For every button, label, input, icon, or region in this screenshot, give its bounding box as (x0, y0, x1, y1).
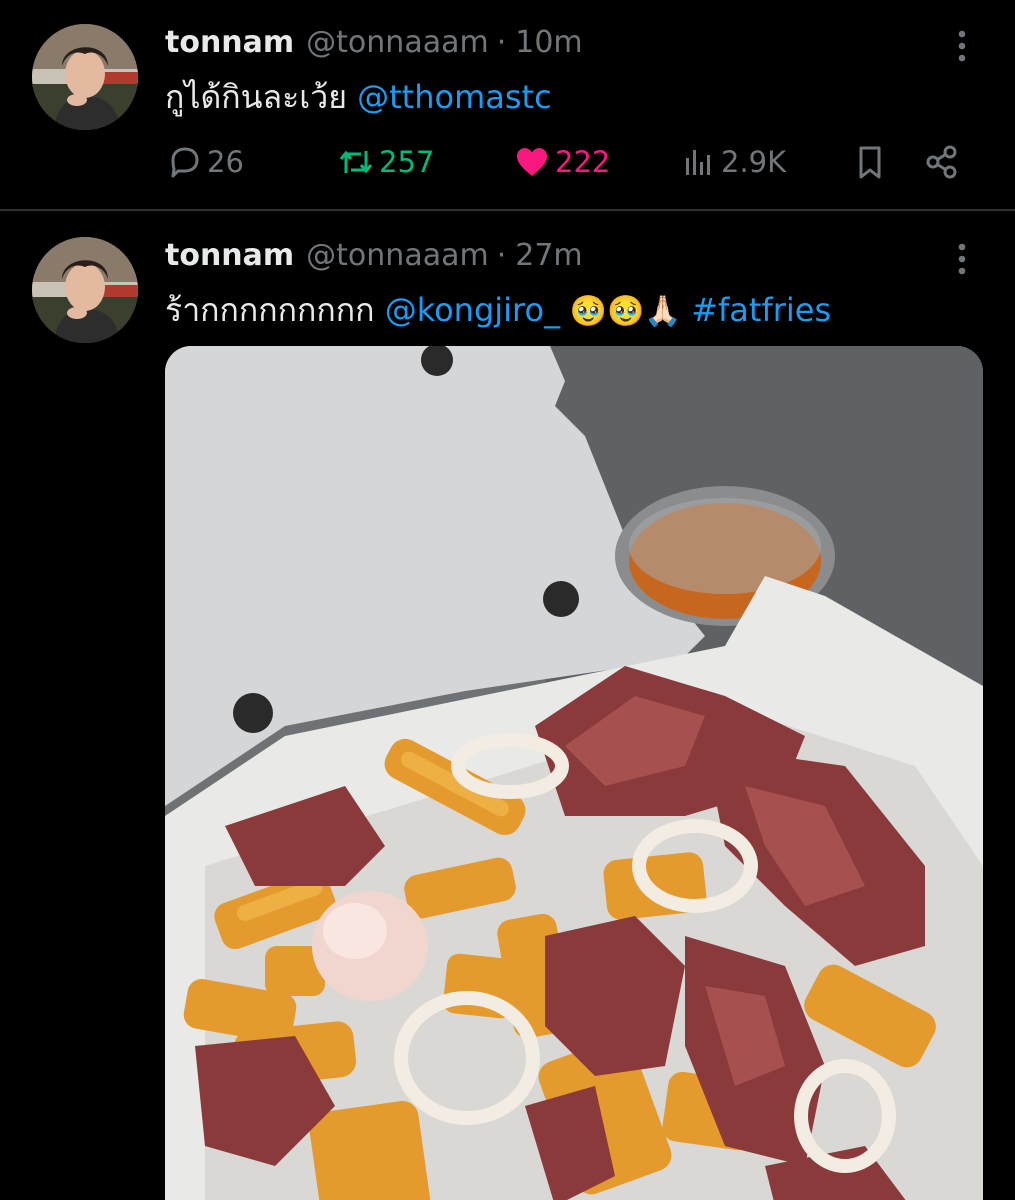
tweet-photo[interactable] (165, 346, 983, 1200)
reply-button[interactable]: 26 (165, 140, 244, 184)
user-handle[interactable]: @tonnaaam (306, 25, 489, 60)
mention-link[interactable]: @kongjiro_ (385, 291, 560, 329)
vertical-ellipsis-icon (958, 243, 966, 275)
retweet-arrows-icon (339, 150, 373, 174)
separator-dot: · (496, 24, 507, 60)
view-count: 2.9K (721, 145, 787, 179)
tweet-header: tonnam @tonnaaam · 27m (165, 233, 583, 277)
emoji-text: 🥹🥹🙏🏻 (560, 294, 692, 329)
timeline-feed: tonnam @tonnaaam · 10m กูได้กินละเว้ย @t… (0, 0, 1015, 1200)
reply-count: 26 (207, 145, 244, 179)
tweet[interactable]: tonnam @tonnaaam · 10m กูได้กินละเว้ย @t… (0, 0, 1015, 210)
tweet-text-body: ร้ากกกกกกกกก (165, 291, 385, 329)
avatar[interactable] (32, 237, 138, 343)
vertical-ellipsis-icon (958, 30, 966, 62)
views-button[interactable]: 2.9K (679, 140, 786, 184)
tweet-text: กูได้กินละเว้ย @tthomastc (165, 72, 552, 118)
timestamp[interactable]: 10m (515, 25, 582, 60)
tweet-header: tonnam @tonnaaam · 10m (165, 20, 583, 64)
hashtag-link[interactable]: #fatfries (691, 291, 831, 329)
bookmark-icon (859, 146, 881, 179)
share-nodes-icon (926, 145, 957, 179)
user-handle[interactable]: @tonnaaam (306, 238, 489, 273)
timestamp[interactable]: 27m (515, 238, 582, 273)
like-count: 222 (555, 145, 611, 179)
display-name[interactable]: tonnam (165, 238, 294, 273)
heart-filled-icon (517, 148, 547, 176)
bar-chart-icon (686, 150, 710, 175)
tweet-text: ร้ากกกกกกกกก @kongjiro_ 🥹🥹🙏🏻 #fatfries (165, 285, 831, 331)
tweet-actions: 26 257 222 2.9K (165, 140, 975, 184)
bookmark-button[interactable] (851, 140, 889, 184)
speech-bubble-icon (171, 147, 199, 178)
more-options-button[interactable] (952, 28, 972, 64)
more-options-button[interactable] (952, 241, 972, 277)
tweet[interactable]: tonnam @tonnaaam · 27m ร้ากกกกกกกกก @kon… (0, 211, 1015, 1200)
display-name[interactable]: tonnam (165, 25, 294, 60)
share-button[interactable] (923, 140, 961, 184)
tweet-text-body: กูได้กินละเว้ย (165, 78, 358, 116)
separator-dot: · (496, 237, 507, 273)
retweet-button[interactable]: 257 (337, 140, 434, 184)
like-button[interactable]: 222 (513, 140, 610, 184)
mention-link[interactable]: @tthomastc (357, 78, 552, 116)
retweet-count: 257 (379, 145, 435, 179)
avatar[interactable] (32, 24, 138, 130)
